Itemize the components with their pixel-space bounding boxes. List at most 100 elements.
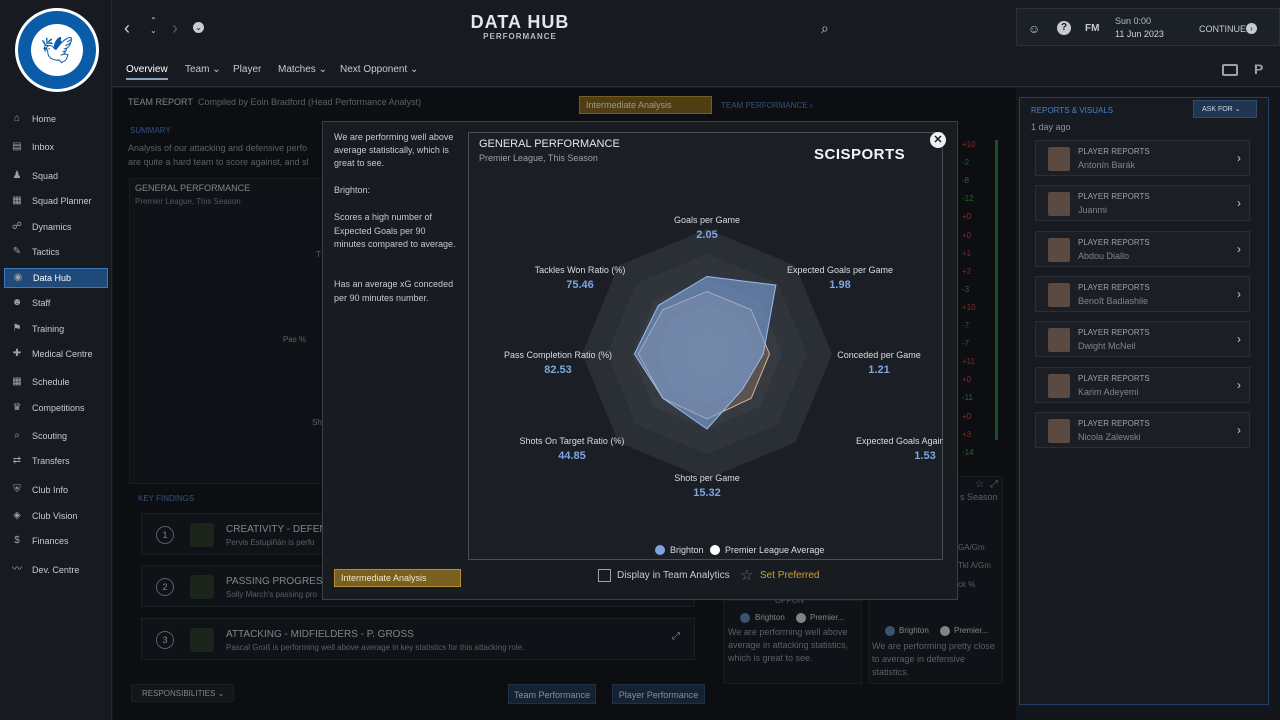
sidebar-item-schedule[interactable]: ▦ Schedule <box>4 372 108 392</box>
legend-league-dot <box>710 545 720 555</box>
sidebar-item-label: Dev. Centre <box>32 565 80 575</box>
report-type: PLAYER REPORTS <box>1078 328 1150 338</box>
up-down-icon[interactable]: ⌃ ⌄ <box>150 16 157 36</box>
sidebar-item-dev-centre[interactable]: 〰 Dev. Centre <box>4 560 108 580</box>
sidebar-item-label: Staff <box>32 298 51 308</box>
tab-matches[interactable]: Matches ⌄ <box>278 64 327 75</box>
shield-icon: ⛨ <box>13 484 21 495</box>
sidebar-item-inbox[interactable]: ▤ Inbox <box>4 137 108 157</box>
sidebar-item-tactics[interactable]: ✎ Tactics <box>4 242 108 262</box>
axis-value: 44.85 <box>558 450 586 462</box>
sidebar-item-transfers[interactable]: ⇄ Transfers <box>4 451 108 471</box>
chevron-down-icon: ⌄ <box>315 64 327 75</box>
player-name: Abdou Diallo <box>1078 250 1130 261</box>
sidebar-item-scouting[interactable]: ⌕ Scouting <box>4 426 108 446</box>
tab-label: Next Opponent <box>340 64 408 75</box>
sidebar-item-finances[interactable]: $ Finances <box>4 531 108 551</box>
ask-for-button[interactable]: ASK FOR ⌄ <box>1193 100 1257 118</box>
display-in-team-analytics-checkbox[interactable] <box>598 569 611 582</box>
help-icon[interactable]: ? <box>1057 21 1071 35</box>
date-day: Sun 0:00 <box>1115 16 1152 26</box>
report-type: PLAYER REPORTS <box>1078 192 1150 202</box>
divider <box>112 86 1280 87</box>
report-type: PLAYER REPORTS <box>1078 418 1150 428</box>
avatar <box>1048 373 1070 398</box>
player-name: Antonín Barák <box>1078 160 1136 170</box>
player-name: Juanmi <box>1078 205 1108 216</box>
axis-value: 1.21 <box>868 364 889 376</box>
ask-for-label: ASK FOR <box>1202 106 1233 113</box>
club-crest-icon[interactable]: 🕊 <box>15 8 99 92</box>
set-preferred-button[interactable]: Set Preferred <box>760 570 819 581</box>
player-name: Nicola Zalewski <box>1078 431 1141 442</box>
player-report-item[interactable]: PLAYER REPORTS Abdou Diallo › <box>1035 230 1250 267</box>
chevron-down-icon: ⌄ <box>209 64 221 75</box>
dynamics-icon: ☍ <box>11 221 23 232</box>
sidebar-item-label: Training <box>32 324 65 334</box>
avatar <box>1048 418 1070 443</box>
screen-icon[interactable] <box>1222 64 1238 76</box>
tab-overview[interactable]: Overview <box>126 64 168 80</box>
player-report-item[interactable]: PLAYER REPORTS Nicola Zalewski › <box>1035 411 1250 448</box>
sidebar-item-home[interactable]: ⌂ Home <box>4 109 108 129</box>
player-report-item[interactable]: PLAYER REPORTS Antonín Barák › <box>1035 140 1250 176</box>
chevron-down-icon: ⌄ <box>407 64 419 75</box>
tab-label: Matches <box>278 64 316 75</box>
sidebar-item-dynamics[interactable]: ☍ Dynamics <box>4 217 108 237</box>
chevron-right-icon: › <box>1237 286 1241 301</box>
axis-label: Expected Goals Against per Game <box>856 436 943 446</box>
tab-team[interactable]: Team ⌄ <box>185 64 221 75</box>
transfers-icon: ⇄ <box>12 455 22 466</box>
sidebar-item-training[interactable]: ⚑ Training <box>4 319 108 339</box>
sidebar-item-label: Tactics <box>32 247 60 257</box>
analysis-level-button[interactable]: Intermediate Analysis <box>334 569 461 587</box>
sidebar-item-label: Scouting <box>32 431 68 441</box>
medical-icon: ✚ <box>12 348 22 359</box>
chevron-right-icon: › <box>1237 151 1241 165</box>
player-report-item[interactable]: PLAYER REPORTS Karim Adeyemi › <box>1035 366 1250 403</box>
sidebar-item-squad[interactable]: ♟ Squad <box>4 166 108 186</box>
sidebar: 🕊 ⌂ Home ▤ Inbox ♟ Squad ▦ Squad Planner ☍ Dynami… <box>0 0 112 720</box>
schedule-icon: ▦ <box>12 376 22 387</box>
scouting-icon: ⌕ <box>14 430 20 441</box>
continue-arrow-icon[interactable]: › <box>1246 23 1257 34</box>
manager-icon[interactable]: ☺ <box>1028 22 1040 36</box>
sidebar-item-staff[interactable]: ☻ Staff <box>4 293 108 313</box>
training-icon: ⚑ <box>12 323 22 334</box>
fm-icon[interactable]: FM <box>1085 23 1099 34</box>
display-in-team-analytics-label: Display in Team Analytics <box>617 570 730 581</box>
player-report-item[interactable]: PLAYER REPORTS Dwight McNeil › <box>1035 321 1250 358</box>
back-icon[interactable]: ‹ <box>124 18 130 39</box>
legend-brighton-dot <box>655 545 665 555</box>
search-icon[interactable]: ⌕ <box>821 20 829 37</box>
legend-brighton-label: Brighton <box>670 545 704 555</box>
sidebar-item-squad-planner[interactable]: ▦ Squad Planner <box>4 191 108 211</box>
sidebar-item-label: Club Vision <box>32 511 78 521</box>
finances-icon: $ <box>14 535 20 546</box>
legend-league-label: Premier League Average <box>725 545 825 555</box>
sidebar-item-data-hub[interactable]: ◉ Data Hub <box>4 268 108 288</box>
continue-button[interactable]: CONTINUE <box>1199 24 1246 34</box>
sidebar-item-competitions[interactable]: ♛ Competitions <box>4 398 108 418</box>
player-report-item[interactable]: PLAYER REPORTS Juanmi › <box>1035 185 1250 222</box>
tab-next-opponent[interactable]: Next Opponent ⌄ <box>340 64 418 75</box>
planner-icon: ▦ <box>12 195 22 206</box>
axis-value: 15.32 <box>693 487 721 499</box>
player-report-item[interactable]: PLAYER REPORTS Benoît Badiashile › <box>1035 275 1250 312</box>
sidebar-item-club-info[interactable]: ⛨ Club Info <box>4 480 108 500</box>
sidebar-item-label: Schedule <box>32 377 70 387</box>
paypal-icon[interactable]: P <box>1254 61 1263 77</box>
sidebar-item-club-vision[interactable]: ◈ Club Vision <box>4 506 108 526</box>
star-icon[interactable]: ☆ <box>740 566 753 584</box>
forward-icon[interactable]: › <box>172 18 178 39</box>
tab-player[interactable]: Player <box>233 64 261 75</box>
chevron-right-icon: › <box>1237 241 1241 256</box>
trophy-icon: ♛ <box>12 402 22 413</box>
chevron-right-icon: › <box>1237 196 1241 211</box>
history-dropdown-icon[interactable]: ⌄ <box>193 22 204 33</box>
player-name: Karim Adeyemi <box>1078 386 1139 397</box>
sidebar-item-medical-centre[interactable]: ✚ Medical Centre <box>4 344 108 364</box>
staff-icon: ☻ <box>11 297 23 308</box>
axis-label: Tackles Won Ratio (%) <box>535 265 626 275</box>
avatar <box>1048 282 1070 307</box>
